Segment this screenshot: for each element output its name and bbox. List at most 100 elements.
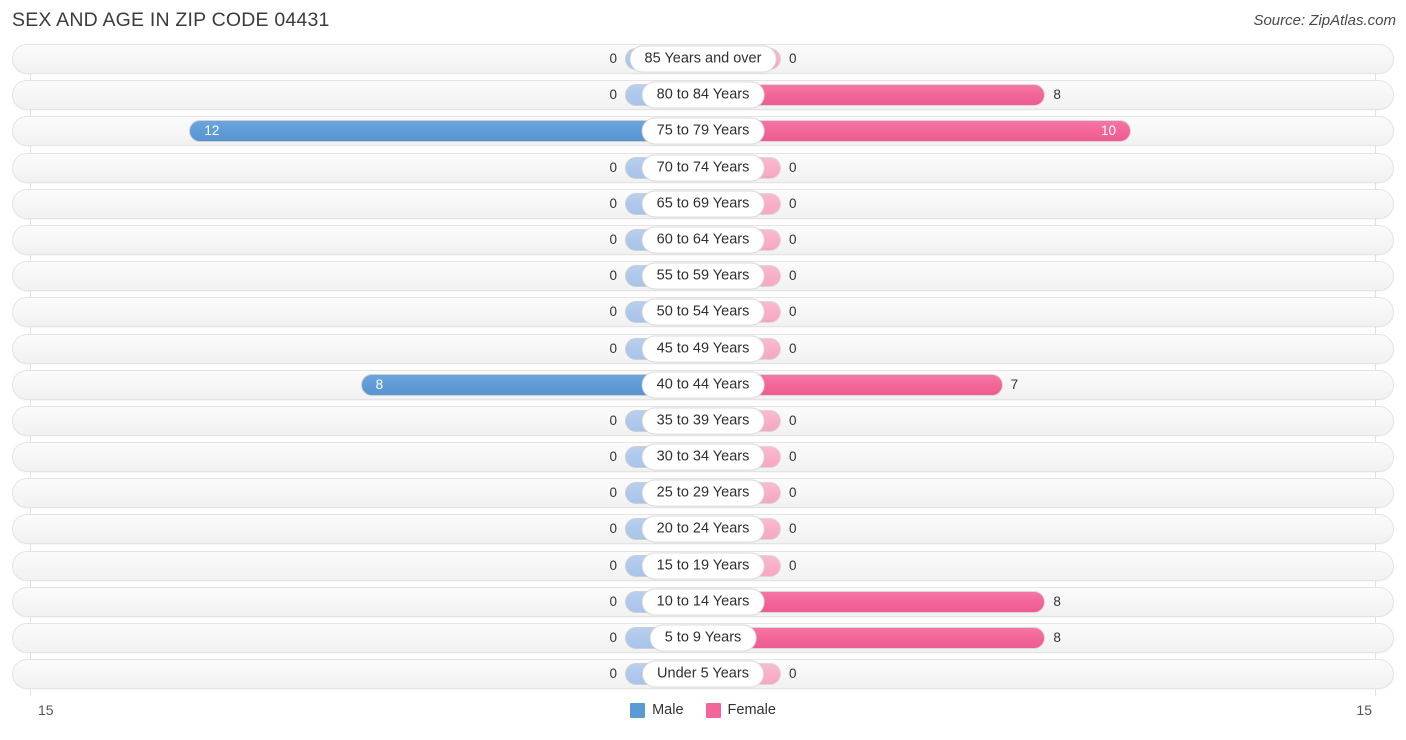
female-value-label: 8 — [1053, 593, 1061, 609]
page-title: SEX AND AGE IN ZIP CODE 04431 — [12, 9, 330, 31]
chart-page: SEX AND AGE IN ZIP CODE 04431 Source: Zi… — [0, 0, 1406, 740]
male-value-label: 0 — [609, 412, 617, 428]
chart-row: 0 0 70 to 74 Years — [12, 152, 1394, 183]
age-group-label: 75 to 79 Years — [641, 117, 765, 145]
male-half-track: 0 — [13, 624, 703, 652]
female-half-track: 0 — [703, 154, 1393, 182]
male-value-label: 0 — [609, 304, 617, 320]
female-value-label: 0 — [789, 449, 797, 465]
male-value-label: 0 — [609, 268, 617, 284]
chart-row: 0 0 25 to 29 Years — [12, 478, 1394, 509]
female-half-track: 0 — [703, 407, 1393, 435]
chart-row: 0 0 Under 5 Years — [12, 659, 1394, 690]
male-value-label: 0 — [609, 593, 617, 609]
age-group-label: 70 to 74 Years — [641, 154, 765, 182]
male-value-label: 0 — [609, 340, 617, 356]
male-half-track: 0 — [13, 226, 703, 254]
female-half-track: 0 — [703, 226, 1393, 254]
male-half-track: 0 — [13, 45, 703, 73]
chart-row: 0 0 45 to 49 Years — [12, 333, 1394, 364]
female-value-label: 0 — [789, 51, 797, 66]
female-color-swatch-icon — [705, 702, 721, 718]
female-half-track: 8 — [703, 81, 1393, 109]
male-value-label: 0 — [609, 51, 617, 66]
male-half-track: 12 — [13, 117, 703, 145]
chart-row: 0 0 50 to 54 Years — [12, 297, 1394, 328]
chart-row: 0 0 55 to 59 Years — [12, 261, 1394, 292]
age-group-label: 30 to 34 Years — [641, 443, 765, 471]
legend-label-female: Female — [727, 702, 776, 718]
female-half-track: 10 — [703, 117, 1393, 145]
age-group-label: 40 to 44 Years — [641, 371, 765, 399]
population-pyramid-plot: 0 0 85 Years and over 0 8 80 to 84 Years 12 10 7… — [12, 44, 1394, 696]
male-half-track: 0 — [13, 479, 703, 507]
age-group-label: 80 to 84 Years — [641, 81, 765, 109]
female-half-track: 0 — [703, 298, 1393, 326]
age-group-label: 15 to 19 Years — [641, 552, 765, 580]
legend-item-male[interactable]: Male — [630, 702, 684, 718]
female-bar[interactable] — [703, 120, 1131, 143]
male-value-label: 0 — [609, 449, 617, 465]
age-group-label: 65 to 69 Years — [641, 190, 765, 218]
female-half-track: 0 — [703, 335, 1393, 363]
male-half-track: 0 — [13, 335, 703, 363]
age-group-label: 20 to 24 Years — [641, 515, 765, 543]
female-value-label: 0 — [789, 195, 797, 211]
female-value-label: 10 — [1101, 123, 1117, 139]
chart-footer: 15 15 Male Female — [12, 696, 1394, 732]
chart-row: 0 0 85 Years and over — [12, 44, 1394, 74]
chart-row: 0 0 65 to 69 Years — [12, 188, 1394, 219]
female-value-label: 7 — [1010, 376, 1019, 392]
female-value-label: 0 — [789, 666, 797, 682]
female-value-label: 0 — [789, 412, 797, 428]
female-half-track: 0 — [703, 45, 1393, 73]
age-group-label: 5 to 9 Years — [649, 624, 757, 652]
female-half-track: 0 — [703, 479, 1393, 507]
male-value-label: 0 — [609, 666, 617, 682]
female-half-track: 8 — [703, 588, 1393, 616]
male-bar[interactable] — [189, 120, 703, 143]
age-group-label: 25 to 29 Years — [641, 479, 765, 507]
chart-row: 0 8 80 to 84 Years — [12, 80, 1394, 111]
chart-legend: Male Female — [12, 702, 1394, 718]
female-half-track: 7 — [703, 371, 1393, 399]
male-color-swatch-icon — [630, 702, 646, 718]
male-half-track: 0 — [13, 407, 703, 435]
chart-row: 0 0 30 to 34 Years — [12, 442, 1394, 473]
male-value-label: 0 — [609, 521, 617, 537]
age-group-label: 50 to 54 Years — [641, 298, 765, 326]
female-value-label: 8 — [1053, 630, 1061, 645]
legend-label-male: Male — [652, 702, 684, 718]
male-half-track: 0 — [13, 81, 703, 109]
chart-row: 0 0 35 to 39 Years — [12, 405, 1394, 436]
male-value-label: 0 — [609, 630, 617, 645]
chart-row: 8 7 40 to 44 Years — [12, 369, 1394, 400]
male-half-track: 8 — [13, 371, 703, 399]
female-half-track: 0 — [703, 660, 1393, 688]
age-group-label: 60 to 64 Years — [641, 226, 765, 254]
female-value-label: 0 — [789, 557, 797, 573]
female-value-label: 0 — [789, 485, 797, 501]
chart-row: 0 0 20 to 24 Years — [12, 514, 1394, 545]
female-value-label: 8 — [1053, 87, 1061, 103]
female-value-label: 0 — [789, 268, 797, 284]
age-group-label: 85 Years and over — [629, 45, 777, 73]
female-value-label: 0 — [789, 521, 797, 537]
chart-row: 0 0 60 to 64 Years — [12, 224, 1394, 255]
male-half-track: 0 — [13, 298, 703, 326]
male-value-label: 0 — [609, 159, 617, 175]
male-half-track: 0 — [13, 552, 703, 580]
female-half-track: 0 — [703, 190, 1393, 218]
legend-item-female[interactable]: Female — [705, 702, 776, 718]
male-half-track: 0 — [13, 262, 703, 290]
female-half-track: 0 — [703, 443, 1393, 471]
female-value-label: 0 — [789, 159, 797, 175]
male-value-label: 0 — [609, 485, 617, 501]
chart-row: 12 10 75 to 79 Years — [12, 116, 1394, 147]
male-half-track: 0 — [13, 515, 703, 543]
male-value-label: 0 — [609, 231, 617, 247]
male-value-label: 12 — [204, 123, 220, 139]
male-half-track: 0 — [13, 443, 703, 471]
age-group-label: 45 to 49 Years — [641, 335, 765, 362]
age-group-label: Under 5 Years — [642, 660, 764, 688]
